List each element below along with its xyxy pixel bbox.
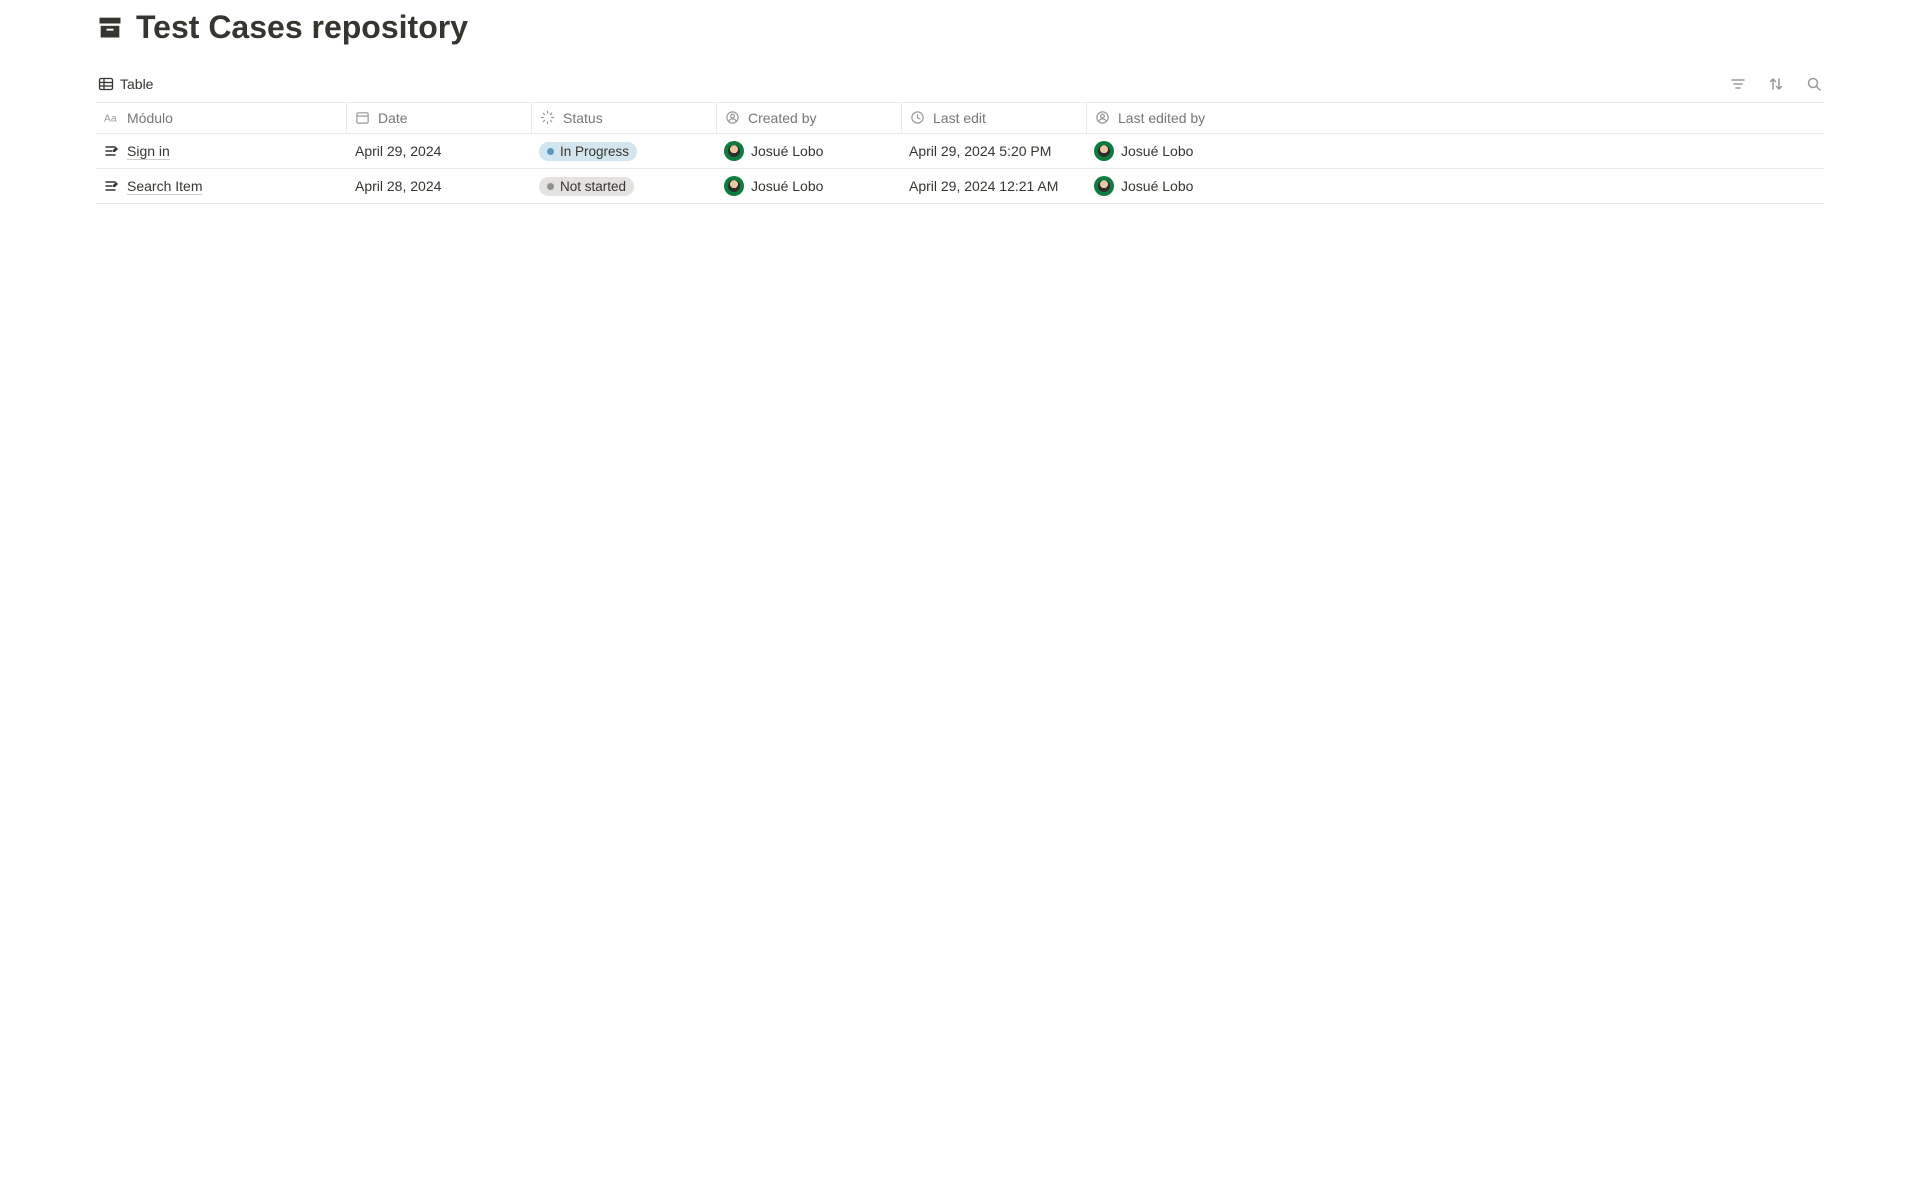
cell-modulo[interactable]: Sign in bbox=[96, 134, 346, 168]
row-title[interactable]: Sign in bbox=[127, 143, 170, 160]
last-edit-value: April 29, 2024 5:20 PM bbox=[909, 143, 1051, 159]
column-label: Date bbox=[378, 110, 408, 126]
status-label: Not started bbox=[560, 179, 626, 194]
column-header-modulo[interactable]: Aa Módulo bbox=[96, 103, 346, 133]
cell-last-edit[interactable]: April 29, 2024 12:21 AM bbox=[901, 169, 1086, 203]
column-label: Created by bbox=[748, 110, 816, 126]
page-header: Test Cases repository bbox=[96, 0, 1824, 58]
date-value: April 28, 2024 bbox=[355, 178, 441, 194]
status-badge: Not started bbox=[539, 177, 634, 196]
note-icon bbox=[104, 143, 120, 159]
filter-icon[interactable] bbox=[1728, 74, 1748, 94]
tab-label: Table bbox=[120, 76, 153, 92]
sort-icon[interactable] bbox=[1766, 74, 1786, 94]
date-value: April 29, 2024 bbox=[355, 143, 441, 159]
avatar bbox=[1094, 141, 1114, 161]
table-row[interactable]: Search Item April 28, 2024 Not started J… bbox=[96, 169, 1824, 204]
cell-last-edited-by[interactable]: Josué Lobo bbox=[1086, 169, 1824, 203]
column-header-status[interactable]: Status bbox=[531, 103, 716, 133]
view-actions bbox=[1728, 74, 1824, 94]
search-icon[interactable] bbox=[1804, 74, 1824, 94]
column-label: Módulo bbox=[127, 110, 173, 126]
row-title[interactable]: Search Item bbox=[127, 178, 202, 195]
avatar bbox=[1094, 176, 1114, 196]
text-icon: Aa bbox=[104, 110, 120, 126]
status-dot-icon bbox=[547, 183, 554, 190]
column-label: Last edited by bbox=[1118, 110, 1205, 126]
view-bar: Table bbox=[96, 66, 1824, 102]
cell-date[interactable]: April 28, 2024 bbox=[346, 169, 531, 203]
cell-created-by[interactable]: Josué Lobo bbox=[716, 169, 901, 203]
column-label: Last edit bbox=[933, 110, 986, 126]
table-icon bbox=[98, 76, 114, 92]
cell-last-edit[interactable]: April 29, 2024 5:20 PM bbox=[901, 134, 1086, 168]
created-by-name: Josué Lobo bbox=[751, 178, 823, 194]
table-header: Aa Módulo Date bbox=[96, 103, 1824, 134]
note-icon bbox=[104, 178, 120, 194]
archive-icon bbox=[96, 13, 124, 41]
last-edit-value: April 29, 2024 12:21 AM bbox=[909, 178, 1058, 194]
status-dot-icon bbox=[547, 148, 554, 155]
clock-icon bbox=[910, 110, 926, 126]
avatar bbox=[724, 176, 744, 196]
status-badge: In Progress bbox=[539, 142, 637, 161]
cell-status[interactable]: Not started bbox=[531, 169, 716, 203]
tab-table[interactable]: Table bbox=[96, 72, 155, 96]
column-header-last-edited-by[interactable]: Last edited by bbox=[1086, 103, 1824, 133]
cell-status[interactable]: In Progress bbox=[531, 134, 716, 168]
svg-text:Aa: Aa bbox=[104, 114, 117, 125]
column-label: Status bbox=[563, 110, 603, 126]
cell-date[interactable]: April 29, 2024 bbox=[346, 134, 531, 168]
last-edited-by-name: Josué Lobo bbox=[1121, 178, 1193, 194]
person-icon bbox=[1095, 110, 1111, 126]
column-header-created-by[interactable]: Created by bbox=[716, 103, 901, 133]
status-icon bbox=[540, 110, 556, 126]
last-edited-by-name: Josué Lobo bbox=[1121, 143, 1193, 159]
page-title[interactable]: Test Cases repository bbox=[136, 8, 468, 46]
table: Aa Módulo Date bbox=[96, 102, 1824, 204]
table-row[interactable]: Sign in April 29, 2024 In Progress Josué… bbox=[96, 134, 1824, 169]
calendar-icon bbox=[355, 110, 371, 126]
column-header-last-edit[interactable]: Last edit bbox=[901, 103, 1086, 133]
avatar bbox=[724, 141, 744, 161]
cell-last-edited-by[interactable]: Josué Lobo bbox=[1086, 134, 1824, 168]
cell-modulo[interactable]: Search Item bbox=[96, 169, 346, 203]
status-label: In Progress bbox=[560, 144, 629, 159]
cell-created-by[interactable]: Josué Lobo bbox=[716, 134, 901, 168]
person-icon bbox=[725, 110, 741, 126]
column-header-date[interactable]: Date bbox=[346, 103, 531, 133]
created-by-name: Josué Lobo bbox=[751, 143, 823, 159]
